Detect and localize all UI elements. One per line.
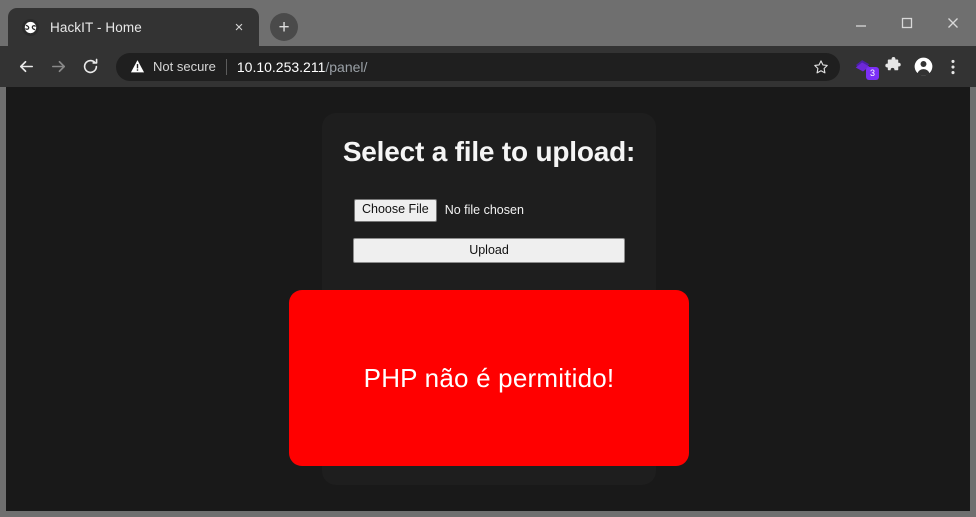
forward-arrow-icon [42,51,74,83]
security-status-label: Not secure [153,59,216,74]
reload-icon[interactable] [74,51,106,83]
star-icon[interactable] [808,54,834,80]
browser-tab[interactable]: HackIT - Home × [8,8,259,46]
extensions-puzzle-icon[interactable] [878,51,908,83]
upload-button[interactable]: Upload [353,237,625,263]
extension-icon[interactable]: 3 [848,51,879,83]
error-alert-message: PHP não é permitido! [363,362,615,393]
page-viewport: Select a file to upload: Choose File No … [0,87,976,517]
address-bar[interactable]: Not secure 10.10.253.211/panel/ [116,52,840,81]
error-alert-box: PHP não é permitido! [289,290,689,466]
tab-title: HackIT - Home [50,19,142,35]
back-arrow-icon[interactable] [10,51,42,83]
title-bar: HackIT - Home × + [0,0,976,46]
file-status-label: No file chosen [444,203,524,218]
close-window-icon[interactable] [930,0,976,46]
choose-file-button[interactable]: Choose File [354,199,437,222]
profile-avatar-icon[interactable] [908,51,938,83]
close-tab-icon[interactable]: × [229,17,249,37]
globe-icon [22,18,39,36]
page-title: Select a file to upload: [342,136,636,167]
maximize-icon[interactable] [884,0,930,46]
browser-window: HackIT - Home × + Not secure 10.10.253.2… [0,0,976,517]
warning-triangle-icon [130,59,145,74]
minimize-icon[interactable] [838,0,884,46]
url-text: 10.10.253.211/panel/ [237,59,804,75]
browser-toolbar: Not secure 10.10.253.211/panel/ 3 [0,46,976,87]
window-controls [838,0,976,46]
url-path: /panel/ [325,58,368,75]
three-dot-menu-icon[interactable] [938,51,968,83]
new-tab-button[interactable]: + [270,13,298,41]
omnibox-divider [225,58,227,75]
url-host: 10.10.253.211 [236,58,326,75]
upload-panel: Select a file to upload: Choose File No … [289,113,689,485]
file-input-row[interactable]: Choose File No file chosen [354,199,656,222]
